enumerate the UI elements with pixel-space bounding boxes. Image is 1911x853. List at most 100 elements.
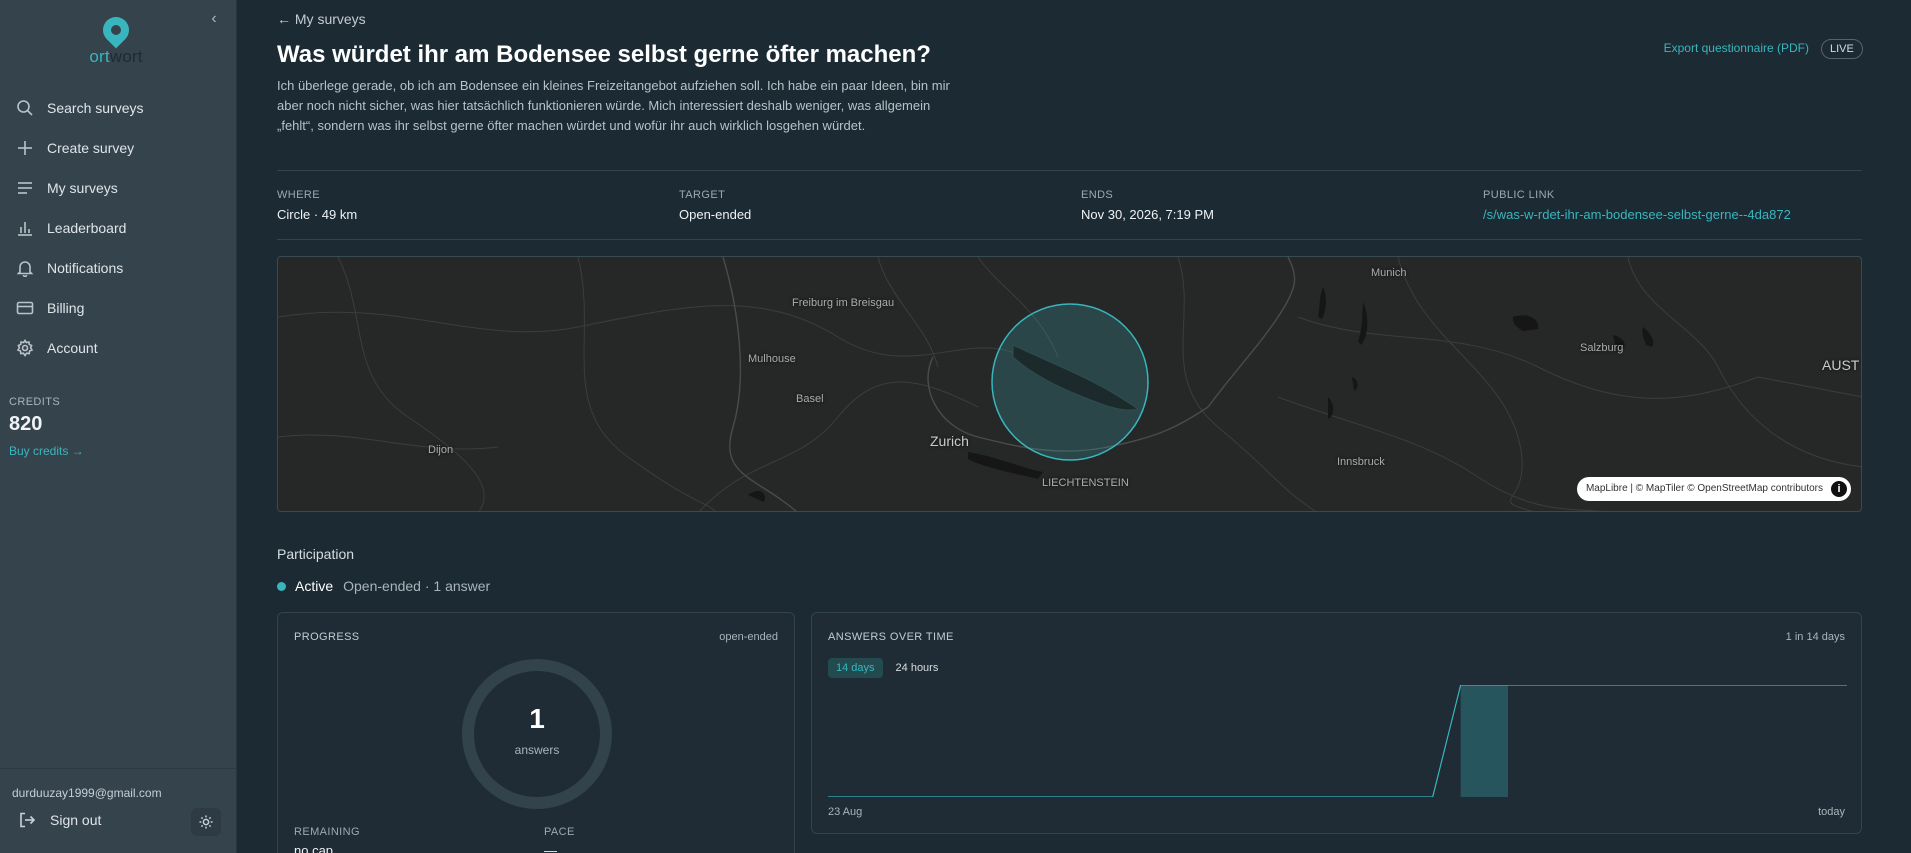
pace-value: —: [544, 843, 557, 853]
progress-title: PROGRESS: [294, 631, 360, 643]
bar-chart-icon: [18, 222, 32, 236]
map-label-dijon: Dijon: [428, 444, 454, 456]
meta-ends-label: ENDS: [1081, 189, 1114, 201]
remaining-value: no cap: [294, 843, 334, 853]
map-label-freiburg: Freiburg im Breisgau: [792, 297, 895, 309]
survey-area-map[interactable]: Freiburg im Breisgau Munich Mulhouse Sal…: [277, 256, 1862, 512]
meta-target-value: Open-ended: [679, 207, 752, 222]
meta-where: WHERE Circle · 49 km: [277, 189, 357, 222]
sidebar-item-billing[interactable]: Billing: [0, 288, 236, 328]
answers-count-label: answers: [514, 743, 560, 757]
status-summary: Open-ended · 1 answer: [343, 578, 491, 594]
meta-target-label: TARGET: [679, 189, 726, 201]
sidebar-item-label: Notifications: [47, 260, 124, 276]
sidebar-item-label: My surveys: [47, 180, 118, 196]
answers-over-time-card: ANSWERS OVER TIME 1 in 14 days 14 days 2…: [811, 612, 1862, 834]
map-label-munich: Munich: [1371, 267, 1407, 279]
status-dot-icon: [277, 581, 286, 591]
remaining-label: REMAINING: [294, 826, 360, 838]
user-email: durduuzay1999@gmail.com: [12, 786, 162, 800]
survey-meta: WHERE Circle · 49 km TARGET Open-ended E…: [277, 170, 1862, 240]
tab-14-days[interactable]: 14 days: [828, 658, 883, 678]
progress-card: PROGRESS open-ended 1 answers REMAINING …: [277, 612, 795, 853]
sign-out-button[interactable]: Sign out: [18, 811, 101, 829]
map-label-zurich: Zurich: [930, 433, 969, 449]
answers-count: 1: [529, 703, 545, 734]
meta-target: TARGET Open-ended: [679, 189, 751, 222]
status-label: Active: [295, 578, 334, 594]
answers-chart-summary: 1 in 14 days: [1785, 631, 1845, 643]
export-pdf-link[interactable]: Export questionnaire (PDF): [1664, 41, 1809, 55]
meta-ends-value: Nov 30, 2026, 7:19 PM: [1081, 207, 1214, 222]
sidebar-divider: [0, 768, 236, 769]
theme-toggle-button[interactable]: [191, 808, 221, 836]
map-canvas[interactable]: [278, 257, 1862, 512]
gear-icon: [16, 339, 34, 357]
survey-radius-circle[interactable]: [991, 303, 1149, 461]
tab-24-hours[interactable]: 24 hours: [888, 658, 947, 678]
map-pin-icon: [97, 11, 135, 49]
sidebar-item-label: Account: [47, 340, 98, 356]
x-axis-start-label: 23 Aug: [828, 806, 863, 818]
plus-icon: [18, 141, 32, 155]
search-icon: [17, 100, 33, 116]
sidebar-item-label: Create survey: [47, 140, 135, 156]
sidebar-item-leaderboard[interactable]: Leaderboard: [0, 208, 236, 248]
main-content: ← My surveys Was würdet ihr am Bodensee …: [237, 0, 1911, 853]
map-attribution[interactable]: MapLibre | © MapTiler © OpenStreetMap co…: [1576, 477, 1851, 501]
meta-where-label: WHERE: [277, 189, 320, 201]
sign-out-icon: [20, 812, 36, 828]
map-label-mulhouse: Mulhouse: [748, 353, 796, 365]
sidebar: ‹ ortwort Search surveys Create survey M…: [0, 0, 237, 853]
participation-status: Active Open-ended · 1 answer: [277, 578, 490, 594]
map-label-austria: AUST: [1822, 357, 1860, 373]
answers-series-line: [828, 685, 1847, 797]
credits-value: 820: [9, 413, 43, 435]
pace-label: PACE: [544, 826, 575, 838]
meta-public-link: PUBLIC LINK /s/was-w-rdet-ihr-am-bodense…: [1483, 189, 1791, 222]
answers-chart: [828, 685, 1847, 797]
survey-description: Ich überlege gerade, ob ich am Bodensee …: [277, 78, 950, 133]
page-title: Was würdet ihr am Bodensee selbst gerne …: [277, 41, 931, 68]
sidebar-item-account[interactable]: Account: [0, 328, 236, 368]
map-label-basel: Basel: [796, 393, 824, 405]
info-icon[interactable]: i: [1831, 481, 1847, 497]
sun-icon: [199, 815, 213, 829]
sidebar-nav: Search surveys Create survey My surveys …: [0, 88, 236, 368]
sidebar-item-label: Leaderboard: [47, 220, 127, 236]
buy-credits-link[interactable]: Buy credits →: [9, 444, 84, 458]
live-badge: LIVE: [1821, 39, 1863, 59]
range-tabs: 14 days 24 hours: [828, 658, 951, 678]
back-to-my-surveys-link[interactable]: ← My surveys: [277, 11, 366, 27]
meta-public-link-label: PUBLIC LINK: [1483, 189, 1555, 201]
sidebar-item-create-survey[interactable]: Create survey: [0, 128, 236, 168]
sidebar-item-search-surveys[interactable]: Search surveys: [0, 88, 236, 128]
public-link[interactable]: /s/was-w-rdet-ihr-am-bodensee-selbst-ger…: [1483, 207, 1791, 222]
credits-label: CREDITS: [9, 396, 61, 408]
chevron-left-icon[interactable]: ‹: [206, 10, 222, 28]
progress-mode: open-ended: [719, 631, 778, 643]
sidebar-item-notifications[interactable]: Notifications: [0, 248, 236, 288]
logo-wordmark: ortwort: [89, 47, 143, 66]
sign-out-label: Sign out: [50, 812, 102, 828]
x-axis-end-label: today: [1818, 806, 1845, 818]
map-label-innsbruck: Innsbruck: [1337, 456, 1385, 468]
meta-where-value: Circle · 49 km: [277, 207, 358, 222]
map-attribution-text: MapLibre | © MapTiler © OpenStreetMap co…: [1585, 483, 1823, 494]
credits-panel: CREDITS 820 Buy credits →: [9, 396, 84, 458]
list-icon: [18, 182, 32, 194]
sidebar-item-my-surveys[interactable]: My surveys: [0, 168, 236, 208]
map-label-liechtenstein: LIECHTENSTEIN: [1042, 477, 1129, 489]
participation-heading: Participation: [277, 546, 355, 562]
meta-ends: ENDS Nov 30, 2026, 7:19 PM: [1081, 189, 1214, 222]
logo[interactable]: ortwort: [84, 11, 148, 73]
bell-icon: [16, 261, 34, 277]
credit-card-icon: [16, 301, 34, 315]
sidebar-item-label: Billing: [47, 300, 85, 316]
progress-ring: 1 answers: [460, 657, 614, 811]
highlight-bucket: [1460, 685, 1508, 797]
answers-chart-title: ANSWERS OVER TIME: [828, 631, 954, 643]
map-label-salzburg: Salzburg: [1580, 342, 1624, 354]
sidebar-item-label: Search surveys: [47, 100, 144, 116]
scrollbar[interactable]: [1905, 0, 1911, 853]
